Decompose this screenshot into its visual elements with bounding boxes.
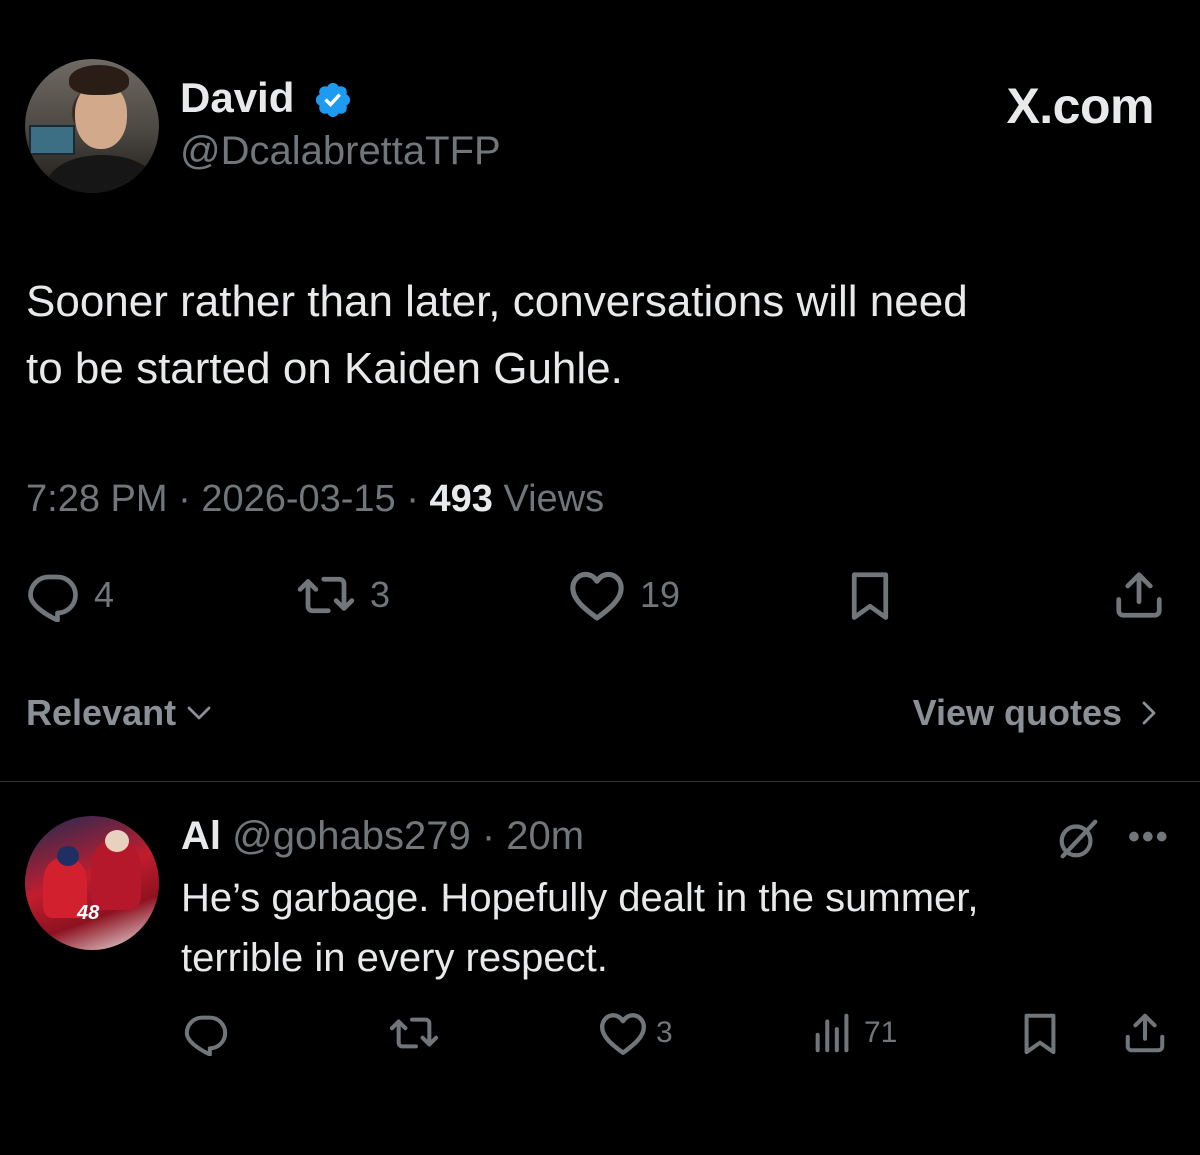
- reply-icon: [28, 574, 78, 622]
- reply-like-button[interactable]: 3: [598, 1010, 673, 1056]
- reply-views-button[interactable]: 71: [810, 1010, 897, 1056]
- repost-button[interactable]: 3: [296, 568, 390, 622]
- repost-count: 3: [370, 574, 391, 615]
- reply-author-avatar[interactable]: 48: [25, 816, 159, 950]
- brand-label: X.com: [1006, 78, 1154, 134]
- analytics-bars-icon: [815, 1013, 849, 1053]
- author-avatar[interactable]: [25, 59, 159, 193]
- reply-time[interactable]: 20m: [506, 814, 584, 858]
- reply-header: Al @gohabs279 · 20m: [181, 810, 584, 862]
- tweet-text: Sooner rather than later, conversations …: [26, 268, 1146, 402]
- heart-icon: [570, 571, 624, 621]
- like-button[interactable]: 19: [568, 568, 680, 622]
- share-icon: [1116, 572, 1162, 618]
- reply-text-line-2: terrible in every respect.: [181, 936, 608, 980]
- view-quotes-link[interactable]: View quotes: [913, 688, 1164, 738]
- meta-separator: ·: [178, 478, 191, 520]
- reply-repost-button[interactable]: [388, 1010, 440, 1056]
- view-quotes-label: View quotes: [912, 692, 1122, 733]
- repost-icon: [297, 576, 355, 614]
- reply-views-count: 71: [864, 1016, 898, 1049]
- tweet-meta: 7:28 PM · 2026-03-15 · 493 Views: [26, 474, 604, 524]
- reply-like-count: 3: [656, 1016, 673, 1049]
- bookmark-icon: [851, 572, 889, 620]
- reply-button[interactable]: 4: [26, 568, 114, 622]
- bookmark-icon: [1024, 1013, 1056, 1055]
- reply-icon: [184, 1015, 228, 1056]
- bookmark-button[interactable]: [843, 568, 897, 622]
- reply-bookmark-button[interactable]: [1017, 1010, 1063, 1056]
- avatar-jersey-number: 48: [77, 902, 100, 924]
- share-button[interactable]: [1112, 568, 1166, 622]
- section-divider: [0, 781, 1200, 782]
- author-display-name[interactable]: David: [180, 72, 294, 124]
- reply-author-handle[interactable]: @gohabs279: [232, 814, 471, 858]
- grok-icon[interactable]: [1055, 816, 1101, 862]
- avatar-head: [105, 830, 129, 852]
- chevron-down-icon: [187, 706, 211, 720]
- reply-count: 4: [94, 574, 115, 615]
- heart-icon: [599, 1013, 647, 1055]
- sort-dropdown[interactable]: Relevant: [26, 688, 214, 738]
- more-options-icon[interactable]: •••: [1128, 820, 1170, 854]
- avatar-background-screen: [29, 125, 75, 155]
- verified-badge-icon: [315, 82, 351, 118]
- views-label: Views: [503, 478, 605, 520]
- tweet-text-line-2: to be started on Kaiden Guhle.: [26, 344, 623, 393]
- share-icon: [1125, 1013, 1165, 1053]
- tweet-time[interactable]: 7:28 PM: [26, 478, 168, 520]
- reply-author-name[interactable]: Al: [181, 814, 221, 858]
- views-count: 493: [429, 478, 493, 520]
- like-count: 19: [640, 574, 681, 615]
- repost-icon: [389, 1017, 439, 1049]
- tweet-text-line-1: Sooner rather than later, conversations …: [26, 277, 968, 326]
- reply-text-line-1: He’s garbage. Hopefully dealt in the sum…: [181, 876, 979, 920]
- chevron-right-icon: [1142, 701, 1156, 725]
- reply-reply-button[interactable]: [183, 1010, 229, 1056]
- reply-share-button[interactable]: [1122, 1010, 1168, 1056]
- reply-text: He’s garbage. Hopefully dealt in the sum…: [181, 868, 1121, 988]
- tweet-date[interactable]: 2026-03-15: [201, 478, 395, 520]
- meta-separator: ·: [481, 814, 496, 858]
- avatar-helmet: [57, 846, 79, 866]
- avatar-shirt: [47, 155, 157, 193]
- sort-label: Relevant: [26, 692, 177, 733]
- avatar-hair: [69, 65, 129, 95]
- author-handle[interactable]: @DcalabrettaTFP: [180, 126, 501, 176]
- meta-separator: ·: [406, 478, 419, 520]
